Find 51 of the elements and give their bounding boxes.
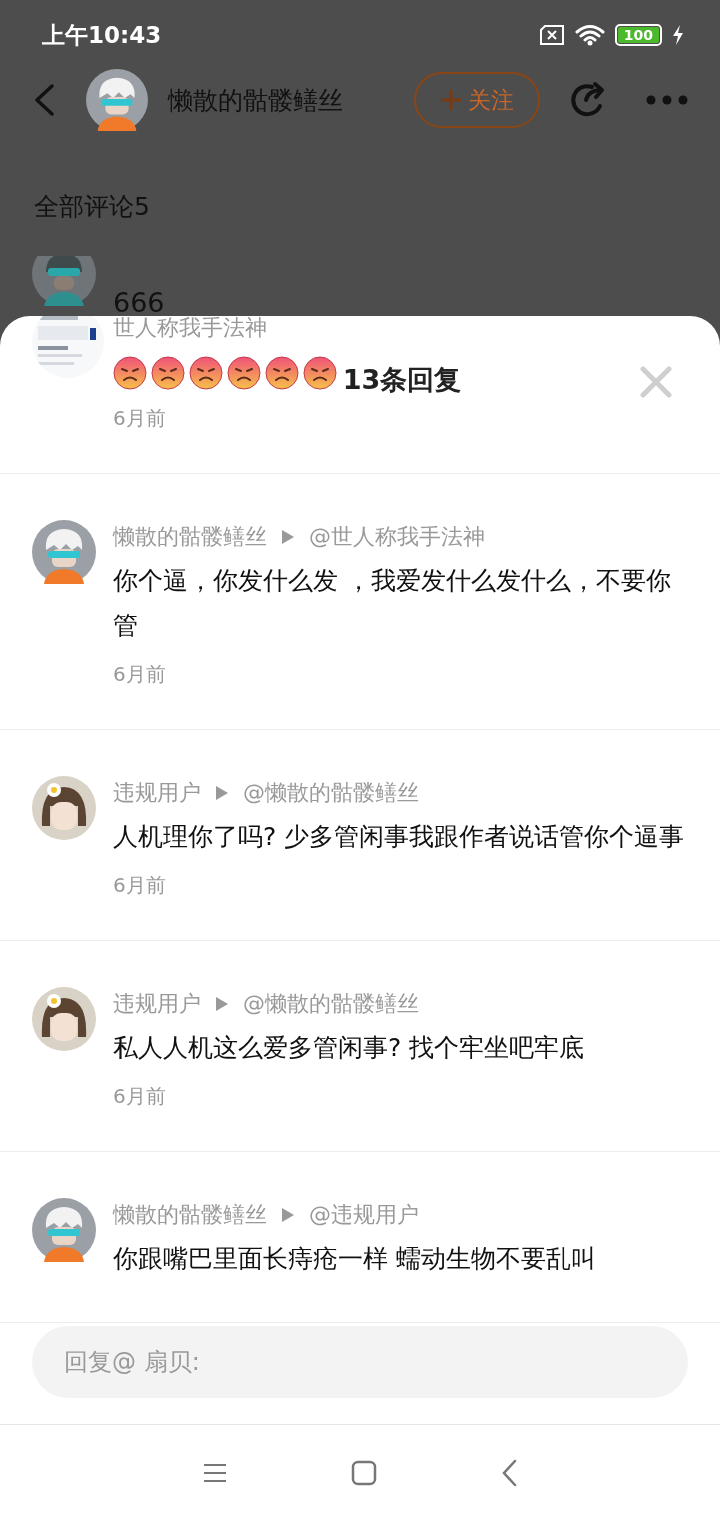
avatar bbox=[32, 776, 96, 840]
avatar bbox=[32, 987, 96, 1051]
reply-text: 你个逼，你发什么发 ，我爱发什么发什么，不要你管 bbox=[113, 565, 672, 642]
comment-time: 6月前 bbox=[113, 405, 167, 432]
angry-face-icon bbox=[189, 356, 223, 390]
more-icon[interactable] bbox=[646, 95, 688, 105]
triangle-icon bbox=[215, 785, 229, 801]
angry-face-icon bbox=[151, 356, 185, 390]
close-icon[interactable] bbox=[640, 366, 672, 398]
reply-author[interactable]: 懒散的骷髅鳝丝 bbox=[113, 1200, 267, 1230]
avatar bbox=[32, 520, 96, 584]
angry-face-icon bbox=[113, 356, 147, 390]
reply-author[interactable]: 违规用户 bbox=[113, 778, 201, 808]
status-time: 上午10:43 bbox=[42, 20, 162, 50]
charging-icon bbox=[672, 25, 684, 45]
triangle-icon bbox=[281, 529, 295, 545]
angry-face-icon bbox=[227, 356, 261, 390]
mention-target[interactable]: @懒散的骷髅鳝丝 bbox=[243, 989, 419, 1019]
angry-face-icon bbox=[265, 356, 299, 390]
reply-time: 6月前 bbox=[113, 872, 167, 899]
reply-text: 你跟嘴巴里面长痔疮一样 蠕动生物不要乱叫 bbox=[113, 1243, 597, 1275]
plus-icon bbox=[440, 89, 462, 111]
reply-time: 6月前 bbox=[113, 1083, 167, 1110]
follow-button[interactable]: 关注 bbox=[414, 72, 540, 128]
angry-face-icon bbox=[303, 356, 337, 390]
avatar bbox=[32, 1198, 96, 1262]
back-icon[interactable] bbox=[501, 1458, 517, 1487]
battery-indicator: 100 bbox=[614, 24, 662, 46]
wifi-icon bbox=[574, 24, 605, 46]
comment-text: 666 bbox=[113, 286, 165, 318]
reply-text: 私人人机这么爱多管闲事? 找个牢坐吧牢底 bbox=[113, 1032, 586, 1064]
mention-target[interactable]: @世人称我手法神 bbox=[309, 522, 485, 552]
reply-author[interactable]: 懒散的骷髅鳝丝 bbox=[113, 522, 267, 552]
comment-author: 世人称我手法神 bbox=[113, 316, 268, 340]
home-icon[interactable] bbox=[351, 1459, 377, 1486]
reply-author[interactable]: 违规用户 bbox=[113, 989, 201, 1019]
reply-field[interactable]: 回复@ 扇贝: bbox=[32, 1326, 688, 1398]
mention-target[interactable]: @懒散的骷髅鳝丝 bbox=[243, 778, 419, 808]
sheet-title: 13条回复 bbox=[342, 363, 462, 397]
no-sim-icon bbox=[538, 25, 565, 45]
menu-icon[interactable] bbox=[203, 1462, 227, 1483]
reply-time: 6月前 bbox=[113, 661, 167, 688]
back-icon[interactable] bbox=[32, 83, 56, 117]
avatar bbox=[32, 256, 96, 306]
reply-text: 人机理你了吗? 少多管闲事我跟作者说话管你个逼事 bbox=[113, 821, 686, 853]
triangle-icon bbox=[215, 996, 229, 1012]
comments-heading: 全部评论5 bbox=[33, 191, 151, 223]
username: 懒散的骷髅鳝丝 bbox=[168, 84, 344, 117]
triangle-icon bbox=[281, 1207, 295, 1223]
avatar bbox=[86, 69, 148, 131]
mention-target[interactable]: @违规用户 bbox=[309, 1200, 419, 1230]
